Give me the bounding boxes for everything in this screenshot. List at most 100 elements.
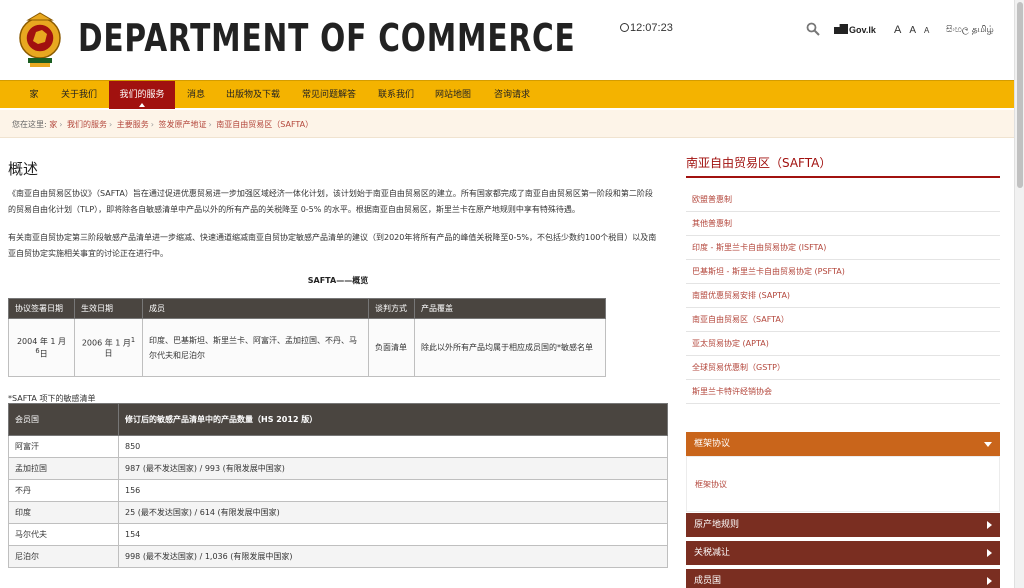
nav-item-about[interactable]: 关于我们 (56, 81, 102, 109)
accordion-label: 原产地规则 (694, 520, 740, 530)
table-header: 谈判方式 (368, 298, 415, 319)
font-size-medium-button[interactable]: A (909, 25, 916, 36)
clock-icon (620, 23, 629, 32)
lang-sinhala-link[interactable]: සිංහල (946, 24, 969, 34)
breadcrumb-item[interactable]: 我们的服务 (67, 120, 107, 129)
sidebar-divider (686, 176, 1000, 178)
sidebar-title: 南亚自由贸易区（SAFTA） (686, 156, 832, 170)
country-cell: 孟加拉国 (8, 457, 119, 480)
site-title[interactable]: DEPARTMENT OF COMMERCE (78, 16, 576, 60)
font-size-small-button[interactable]: A (924, 26, 929, 35)
table-row: 不丹 156 (8, 479, 668, 502)
members-cell: 印度、巴基斯坦、斯里兰卡、阿富汗、孟加拉国、不丹、马尔代夫和尼泊尔 (142, 318, 369, 377)
font-size-large-button[interactable]: A (894, 24, 901, 36)
accordion-label: 关税减让 (694, 548, 731, 558)
search-icon[interactable] (806, 22, 820, 36)
table-row: 孟加拉国 987 (最不发达国家) / 993 (有限发展中国家) (8, 457, 668, 480)
country-cell: 马尔代夫 (8, 523, 119, 546)
table-header: 会员国 (8, 403, 119, 436)
accordion-framework-agreement[interactable]: 框架协议 (686, 432, 1000, 456)
nav-item-inquiry[interactable]: 咨询请求 (488, 81, 536, 109)
sidebar-link-eu-gsp[interactable]: 欧盟普惠制 (686, 188, 1000, 212)
table-row: 印度 25 (最不发达国家) / 614 (有限发展中国家) (8, 501, 668, 524)
method-cell: 负面清单 (368, 318, 415, 377)
sidebar-link-list: 欧盟普惠制 其他普惠制 印度 - 斯里兰卡自由贸易协定 (ISFTA) 巴基斯坦… (686, 188, 1000, 404)
main-nav: 家 关于我们 我们的服务 消息 出版物及下载 常见问题解答 联系我们 网站地图 … (0, 80, 1014, 109)
nav-item-faq[interactable]: 常见问题解答 (296, 81, 362, 109)
sidebar-link-franchise[interactable]: 斯里兰卡特许经销协会 (686, 380, 1000, 404)
lang-tamil-link[interactable]: தமிழ் (972, 24, 994, 34)
sidebar-link-other-gsp[interactable]: 其他普惠制 (686, 212, 1000, 236)
table-row: 尼泊尔 998 (最不发达国家) / 1,036 (有限发展中国家) (8, 545, 668, 568)
breadcrumb-item-current: 南亚自由贸易区（SAFTA） (216, 120, 314, 129)
sidebar-link-psfta[interactable]: 巴基斯坦 - 斯里兰卡自由贸易协定 (PSFTA) (686, 260, 1000, 284)
table-header: 生效日期 (74, 298, 143, 319)
accordion-body: 框架协议 (686, 456, 1000, 512)
sidebar-link-apta[interactable]: 亚太贸易协定 (APTA) (686, 332, 1000, 356)
status-paragraph: 有关南亚自贸协定第三阶段敏感产品清单进一步缩减、快速通道缩减南亚自贸协定敏感产品… (8, 233, 657, 258)
breadcrumb-item[interactable]: 主要服务 (117, 120, 149, 129)
accordion-label: 框架协议 (694, 439, 731, 449)
nav-item-news[interactable]: 消息 (180, 81, 212, 109)
sign-date-cell: 2004 年 1 月6日 (8, 318, 75, 377)
count-cell: 998 (最不发达国家) / 1,036 (有限发展中国家) (118, 545, 668, 568)
nav-item-publications[interactable]: 出版物及下载 (220, 81, 286, 109)
breadcrumb: 您在这里: 家 › 我们的服务 › 主要服务 › 签发原产地证 › 南亚自由贸易区（SA… (12, 120, 314, 129)
chevron-down-icon (984, 442, 992, 447)
clock: 12:07:23 (620, 22, 673, 34)
framework-agreement-link[interactable]: 框架协议 (695, 479, 727, 490)
accordion-tariff-concessions[interactable]: 关税减让 (686, 541, 1000, 565)
page-title: 概述 (8, 160, 39, 178)
country-cell: 尼泊尔 (8, 545, 119, 568)
font-size-controls: AAA (894, 24, 937, 36)
nav-item-sitemap[interactable]: 网站地图 (428, 81, 478, 109)
clock-time: 12:07:23 (630, 22, 673, 34)
chevron-right-icon (987, 521, 992, 529)
table-row: 马尔代夫 154 (8, 523, 668, 546)
table-row: 阿富汗 850 (8, 435, 668, 458)
country-cell: 印度 (8, 501, 119, 524)
sensitive-list-table: 会员国 修订后的敏感产品清单中的产品数量（HS 2012 版） 阿富汗 850 孟… (8, 403, 668, 568)
chevron-right-icon (987, 549, 992, 557)
overview-table: 协议签署日期 生效日期 成员 谈判方式 产品覆盖 2004 年 1 月6日 20… (8, 298, 606, 377)
country-cell: 阿富汗 (8, 435, 119, 458)
table-header: 修订后的敏感产品清单中的产品数量（HS 2012 版） (118, 403, 668, 436)
country-cell: 不丹 (8, 479, 119, 502)
sidebar-link-isfta[interactable]: 印度 - 斯里兰卡自由贸易协定 (ISFTA) (686, 236, 1000, 260)
table-header: 产品覆盖 (414, 298, 606, 319)
breadcrumb-bar: 您在这里: 家 › 我们的服务 › 主要服务 › 签发原产地证 › 南亚自由贸易区（SA… (0, 110, 1014, 138)
language-switcher: සිංහල தமிழ் (946, 24, 997, 36)
breadcrumb-item[interactable]: 签发原产地证 (159, 120, 207, 129)
count-cell: 987 (最不发达国家) / 993 (有限发展中国家) (118, 457, 668, 480)
sri-lanka-emblem-logo[interactable] (18, 10, 62, 70)
nav-item-home[interactable]: 家 (22, 81, 46, 109)
coverage-cell: 除此以外所有产品均属于相应成员国的*敏感名单 (414, 318, 606, 377)
table-header-row: 会员国 修订后的敏感产品清单中的产品数量（HS 2012 版） (8, 403, 668, 436)
gov-lk-logo[interactable]: Gov.lk (834, 24, 876, 35)
accordion-label: 成员国 (694, 576, 722, 586)
count-cell: 25 (最不发达国家) / 614 (有限发展中国家) (118, 501, 668, 524)
breadcrumb-prefix: 您在这里: (12, 120, 47, 129)
chevron-right-icon (987, 577, 992, 585)
accordion-member-states[interactable]: 成员国 (686, 569, 1000, 588)
count-cell: 154 (118, 523, 668, 546)
sidebar-link-sapta[interactable]: 南盟优惠贸易安排 (SAPTA) (686, 284, 1000, 308)
nav-item-services[interactable]: 我们的服务 (109, 81, 175, 109)
effective-date-cell: 2006 年 1 月1日 (74, 318, 143, 377)
site-header: DEPARTMENT OF COMMERCE 12:07:23 Gov.lk A… (0, 0, 1014, 80)
table-header: 成员 (142, 298, 369, 319)
overview-caption: SAFTA——概览 (307, 276, 369, 285)
count-cell: 850 (118, 435, 668, 458)
gov-lk-icon (834, 24, 848, 34)
breadcrumb-item[interactable]: 家 (49, 120, 57, 129)
sidebar-link-safta[interactable]: 南亚自由贸易区（SAFTA） (686, 308, 1000, 332)
intro-paragraph: 《南亚自由贸易区协议》（SAFTA）旨在通过促进优惠贸易进一步加强区域经济一体化… (8, 189, 653, 214)
scrollbar-thumb[interactable] (1017, 2, 1023, 188)
accordion-rules-of-origin[interactable]: 原产地规则 (686, 513, 1000, 537)
table-header: 协议签署日期 (8, 298, 75, 319)
nav-item-contact[interactable]: 联系我们 (372, 81, 420, 109)
count-cell: 156 (118, 479, 668, 502)
gov-lk-label: Gov.lk (849, 25, 876, 35)
sidebar-link-gstp[interactable]: 全球贸易优惠制（GSTP） (686, 356, 1000, 380)
page-scrollbar[interactable] (1014, 0, 1024, 588)
